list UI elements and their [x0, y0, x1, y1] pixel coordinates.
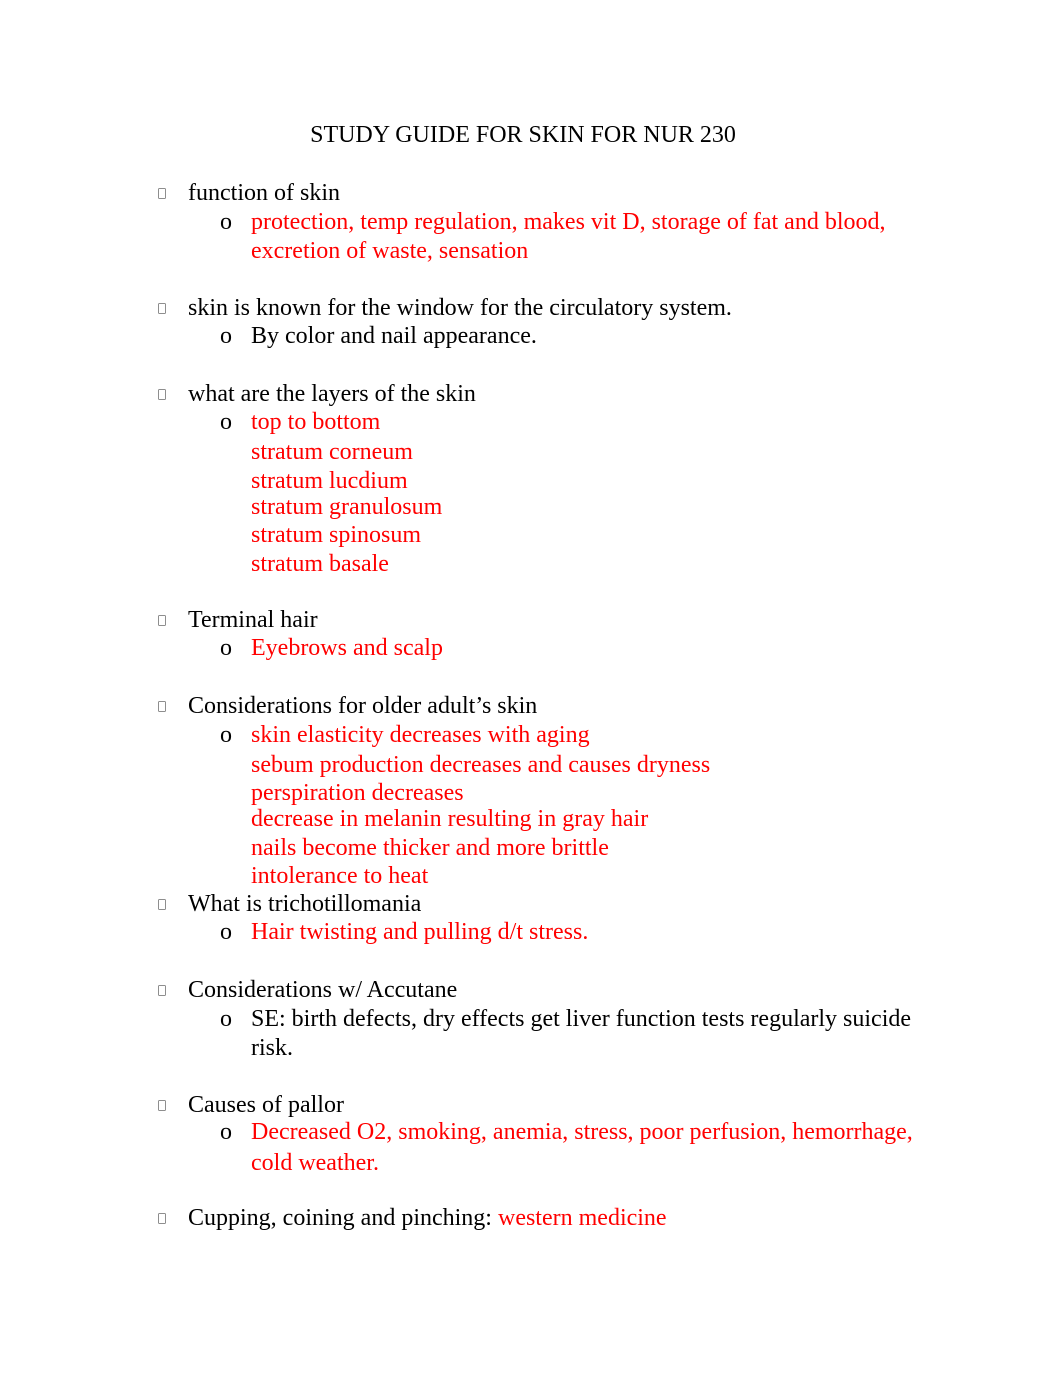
- sub-bullet-icon: o: [220, 1006, 232, 1032]
- question-with-answer: Cupping, coining and pinching: western m…: [188, 1204, 667, 1232]
- answer: intolerance to heat: [251, 863, 429, 889]
- answer: SE: birth defects, dry effects get liver…: [251, 1006, 912, 1032]
- answer: stratum basale: [251, 551, 389, 577]
- answer: sebum production decreases and causes dr…: [251, 752, 711, 778]
- question: What is trichotillomania: [188, 891, 422, 917]
- answer: Eyebrows and scalp: [251, 635, 443, 661]
- answer: perspiration decreases: [251, 780, 464, 806]
- answer: stratum spinosum: [251, 522, 422, 548]
- answer: stratum granulosum: [251, 494, 443, 520]
- answer: Hair twisting and pulling d/t stress.: [251, 919, 589, 945]
- question: Cupping, coining and pinching:: [188, 1205, 498, 1231]
- answer: skin elasticity decreases with aging: [251, 722, 590, 748]
- sub-bullet-icon: o: [220, 209, 232, 235]
- sub-bullet-icon: o: [220, 1119, 232, 1145]
- bullet-icon: [158, 303, 166, 314]
- sub-bullet-icon: o: [220, 635, 232, 661]
- document-page: STUDY GUIDE FOR SKIN FOR NUR 230 functio…: [0, 0, 1062, 1377]
- bullet-icon: [158, 1213, 166, 1224]
- bullet-icon: [158, 701, 166, 712]
- answer: decrease in melanin resulting in gray ha…: [251, 806, 649, 832]
- question: Considerations w/ Accutane: [188, 977, 458, 1003]
- sub-bullet-icon: o: [220, 722, 232, 748]
- bullet-icon: [158, 188, 166, 199]
- question: Causes of pallor: [188, 1092, 344, 1118]
- answer: risk.: [251, 1035, 293, 1061]
- bullet-icon: [158, 985, 166, 996]
- page-title: STUDY GUIDE FOR SKIN FOR NUR 230: [310, 122, 736, 148]
- question: Terminal hair: [188, 607, 318, 633]
- answer: Decreased O2, smoking, anemia, stress, p…: [251, 1119, 913, 1145]
- answer: stratum lucdium: [251, 468, 408, 494]
- question: what are the layers of the skin: [188, 381, 476, 407]
- bullet-icon: [158, 1100, 166, 1111]
- sub-bullet-icon: o: [220, 323, 232, 349]
- bullet-icon: [158, 615, 166, 626]
- answer: protection, temp regulation, makes vit D…: [251, 209, 886, 235]
- bullet-icon: [158, 389, 166, 400]
- answer: top to bottom: [251, 409, 381, 435]
- sub-bullet-icon: o: [220, 919, 232, 945]
- sub-bullet-icon: o: [220, 409, 232, 435]
- answer: nails become thicker and more brittle: [251, 835, 609, 861]
- question: skin is known for the window for the cir…: [188, 295, 732, 321]
- question: Considerations for older adult’s skin: [188, 693, 538, 719]
- inline-answer: western medicine: [497, 1205, 667, 1231]
- answer: excretion of waste, sensation: [251, 238, 529, 264]
- answer: By color and nail appearance.: [251, 323, 537, 349]
- answer: cold weather.: [251, 1150, 379, 1176]
- answer: stratum corneum: [251, 439, 413, 465]
- bullet-icon: [158, 899, 166, 910]
- question: function of skin: [188, 180, 340, 206]
